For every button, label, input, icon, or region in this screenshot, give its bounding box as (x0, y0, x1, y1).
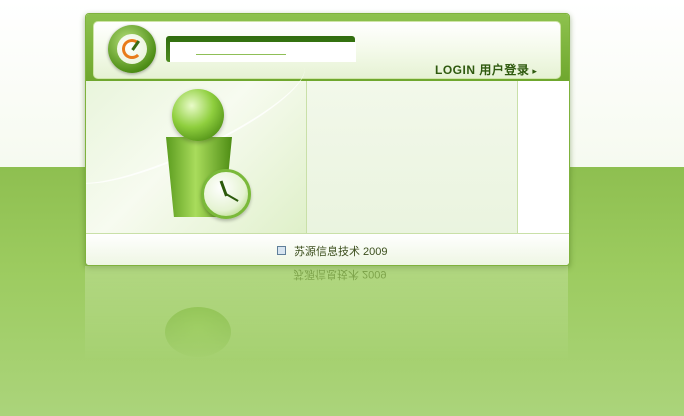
clock-minute-hand (225, 193, 239, 202)
login-label: LOGIN 用户登录 (435, 63, 530, 77)
reflection-text: 苏源信息技术 2009 (293, 268, 387, 280)
clock-icon (201, 169, 251, 219)
title-divider (196, 54, 286, 55)
login-panel: LOGIN 用户登录 ▸ 苏源信息技术 2009 (85, 13, 570, 266)
arrow-right-icon: ▸ (532, 66, 538, 76)
login-link[interactable]: LOGIN 用户登录 ▸ (435, 61, 537, 78)
logo-face (117, 34, 147, 64)
document-icon (277, 246, 286, 255)
copyright-text: 苏源信息技术 2009 (294, 246, 388, 258)
system-title-mask (170, 42, 356, 62)
reflection-figure (165, 307, 231, 357)
panel-header: LOGIN 用户登录 ▸ (86, 14, 569, 81)
panel-reflection: 苏源信息技术 2009 (85, 266, 568, 361)
illustration-panel (86, 38, 317, 233)
logo-icon (108, 25, 156, 73)
panel-footer: 苏源信息技术 2009 (86, 233, 569, 265)
login-form-area (307, 81, 518, 233)
content-area (86, 38, 569, 233)
green-sphere (172, 89, 224, 141)
right-blank-column (518, 81, 569, 233)
